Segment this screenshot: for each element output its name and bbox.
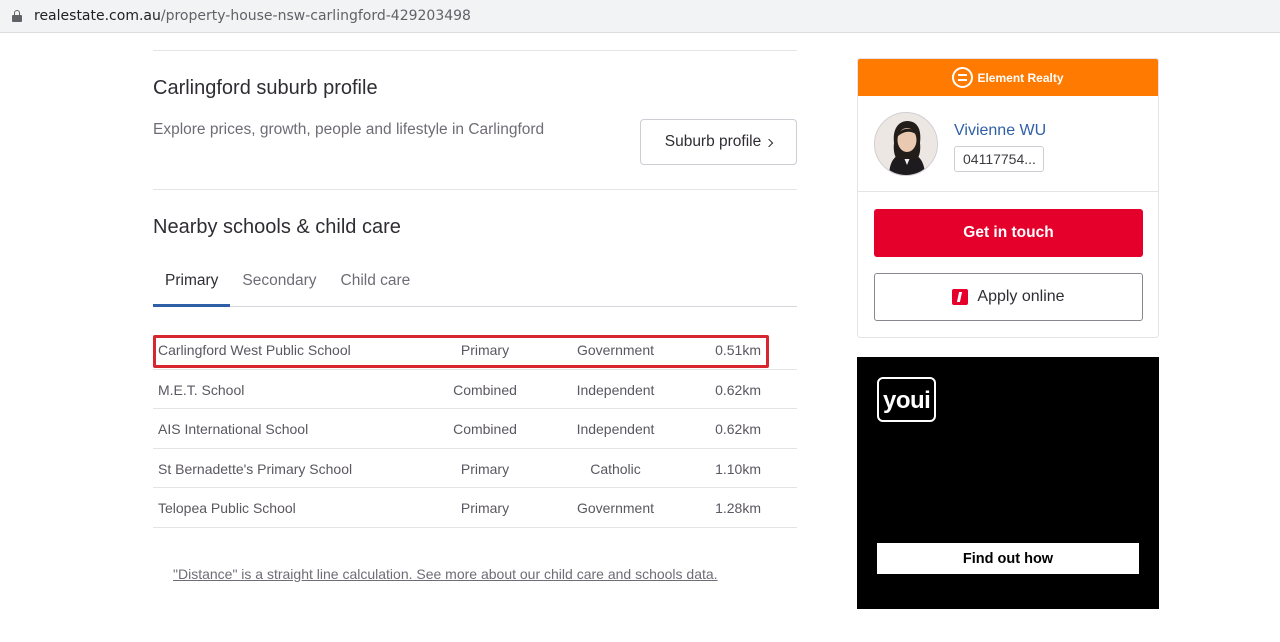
schools-table: Carlingford West Public School Primary G…	[153, 330, 797, 528]
apply-online-button[interactable]: Apply online	[874, 273, 1143, 321]
chevron-right-icon	[765, 138, 774, 147]
suburb-profile-title: Carlingford suburb profile	[153, 77, 378, 99]
table-row[interactable]: Telopea Public School Primary Government…	[153, 488, 797, 528]
advertisement[interactable]: youi Find out how	[857, 357, 1159, 609]
url-text[interactable]: realestate.com.au/property-house-nsw-car…	[34, 8, 471, 24]
school-sector: Independent	[576, 421, 655, 438]
school-name: M.E.T. School	[158, 381, 245, 398]
lock-icon	[12, 10, 22, 22]
agency-name: Element Realty	[977, 70, 1064, 85]
url-path: /property-house-nsw-carlingford-42920349…	[160, 8, 471, 24]
suburb-profile-button-label: Suburb profile	[664, 133, 762, 150]
table-row[interactable]: St Bernadette's Primary School Primary C…	[153, 449, 797, 489]
agent-info: Vivienne WU 04117754...	[858, 96, 1158, 192]
school-distance: 0.62km	[715, 421, 761, 438]
agent-phone-button[interactable]: 04117754...	[954, 146, 1044, 172]
tab-primary[interactable]: Primary	[153, 262, 231, 307]
table-row[interactable]: M.E.T. School Combined Independent 0.62k…	[153, 370, 797, 410]
school-type: Combined	[453, 381, 517, 398]
school-distance: 0.62km	[715, 381, 761, 398]
avatar[interactable]	[874, 112, 938, 176]
school-name: Telopea Public School	[158, 500, 296, 517]
agent-card: Element Realty Vivienne WU 04117754... G…	[857, 58, 1159, 338]
address-bar[interactable]: realestate.com.au/property-house-nsw-car…	[0, 0, 1280, 33]
apply-icon	[952, 289, 969, 305]
table-row[interactable]: Carlingford West Public School Primary G…	[153, 330, 797, 370]
divider	[153, 189, 797, 190]
distance-footnote-link[interactable]: "Distance" is a straight line calculatio…	[173, 566, 718, 582]
school-type: Primary	[460, 460, 510, 477]
tab-child-care[interactable]: Child care	[329, 262, 423, 307]
get-in-touch-button[interactable]: Get in touch	[874, 209, 1143, 257]
school-name: Carlingford West Public School	[158, 342, 351, 358]
school-distance: 1.10km	[715, 460, 761, 477]
apply-online-label: Apply online	[977, 288, 1065, 305]
school-type: Combined	[453, 421, 517, 438]
school-distance: 1.28km	[715, 500, 761, 517]
school-sector: Government	[576, 342, 655, 358]
school-name: AIS International School	[158, 421, 309, 438]
school-type: Primary	[460, 342, 510, 358]
schools-tabs: Primary Secondary Child care	[153, 262, 797, 307]
schools-title: Nearby schools & child care	[153, 216, 401, 238]
find-out-how-button[interactable]: Find out how	[877, 543, 1139, 574]
school-type: Primary	[460, 500, 510, 517]
school-sector: Catholic	[590, 460, 641, 477]
school-sector: Government	[576, 500, 655, 517]
agency-logo-icon	[952, 67, 974, 88]
table-row[interactable]: AIS International School Combined Indepe…	[153, 409, 797, 449]
suburb-profile-subtitle: Explore prices, growth, people and lifes…	[153, 121, 545, 138]
url-domain: realestate.com.au	[34, 8, 161, 24]
ad-brand-logo: youi	[877, 377, 936, 422]
agency-banner[interactable]: Element Realty	[858, 59, 1158, 96]
suburb-profile-button[interactable]: Suburb profile	[640, 119, 797, 165]
divider	[153, 50, 797, 51]
school-distance: 0.51km	[715, 342, 761, 358]
tab-secondary[interactable]: Secondary	[230, 262, 328, 307]
agent-name-link[interactable]: Vivienne WU	[954, 122, 1046, 140]
school-name: St Bernadette's Primary School	[158, 460, 353, 477]
school-sector: Independent	[576, 381, 655, 398]
